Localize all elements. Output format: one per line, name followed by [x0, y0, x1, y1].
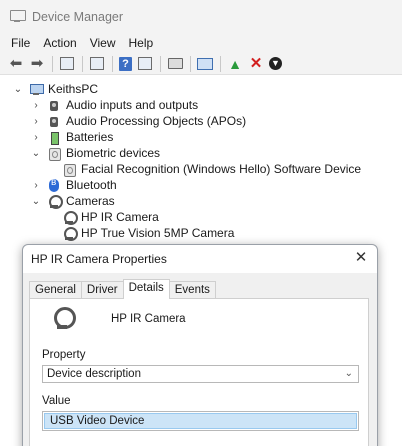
speaker-icon	[47, 115, 61, 128]
toolbar-separator	[112, 55, 113, 72]
tree-item-batteries[interactable]: › Batteries	[30, 129, 113, 145]
back-arrow-icon[interactable]: ⬅	[8, 55, 24, 72]
disable-device-icon[interactable]: ▼	[269, 57, 282, 70]
tree-item-hp-ir-camera[interactable]: HP IR Camera	[57, 209, 159, 225]
bluetooth-icon	[47, 177, 61, 192]
tab-details[interactable]: Details	[122, 279, 170, 299]
value-list-item[interactable]: USB Video Device	[44, 413, 357, 429]
biometric-icon	[62, 163, 76, 177]
menu-view[interactable]: View	[90, 36, 116, 50]
toolbar-separator	[52, 55, 53, 72]
camera-icon	[52, 307, 76, 331]
show-hide-console-tree-icon[interactable]	[59, 56, 75, 72]
tree-item-label: Audio inputs and outputs	[66, 98, 199, 112]
tree-root-label: KeithsPC	[48, 82, 99, 96]
property-label: Property	[42, 349, 86, 361]
device-manager-icon	[10, 10, 26, 23]
tree-item-audio-inputs[interactable]: › Audio inputs and outputs	[30, 97, 198, 113]
print-icon[interactable]	[167, 56, 183, 72]
toolbar-separator	[190, 55, 191, 72]
property-selected-value: Device description	[47, 368, 141, 380]
menu-action[interactable]: Action	[43, 36, 76, 50]
dialog-title: HP IR Camera Properties	[31, 252, 167, 266]
menu-bar: File Action View Help	[0, 33, 402, 53]
camera-icon	[47, 194, 63, 209]
properties-icon[interactable]	[89, 56, 105, 72]
property-dropdown[interactable]: Device description ⌄	[42, 365, 359, 383]
toolbar: ⬅ ➡ ? ▲ ✕ ▼	[0, 53, 402, 75]
chevron-down-icon[interactable]: ⌄	[345, 366, 353, 382]
camera-icon	[62, 210, 78, 225]
update-driver-icon[interactable]: ▲	[227, 56, 243, 72]
tree-item-label: HP True Vision 5MP Camera	[81, 226, 235, 240]
device-tree: ⌄ KeithsPC › Audio inputs and outputs › …	[0, 78, 402, 248]
chevron-right-icon[interactable]: ›	[30, 132, 42, 143]
toolbar-separator	[82, 55, 83, 72]
scan-hardware-icon[interactable]	[197, 56, 213, 72]
tree-item-label: Cameras	[66, 194, 115, 208]
dialog-tabs: General Driver Details Events	[29, 279, 216, 299]
close-icon[interactable]: ✕	[353, 250, 369, 266]
chevron-right-icon[interactable]: ›	[30, 116, 42, 127]
chevron-down-icon[interactable]: ⌄	[30, 148, 42, 159]
tree-item-label: Audio Processing Objects (APOs)	[66, 114, 247, 128]
uninstall-device-icon[interactable]: ✕	[248, 55, 264, 72]
biometric-icon	[47, 147, 61, 161]
tree-item-label: Bluetooth	[66, 178, 117, 192]
tree-item-biometric[interactable]: ⌄ Biometric devices	[30, 145, 160, 161]
title-bar: Device Manager	[0, 0, 402, 33]
window-title: Device Manager	[32, 9, 124, 24]
computer-icon	[29, 83, 44, 96]
details-panel: HP IR Camera Property Device description…	[29, 298, 369, 446]
tree-item-cameras[interactable]: ⌄ Cameras	[30, 193, 115, 209]
dialog-title-bar: HP IR Camera Properties	[23, 245, 377, 273]
tree-item-label: Batteries	[66, 130, 114, 144]
toolbar-separator	[220, 55, 221, 72]
tab-general[interactable]: General	[29, 281, 82, 299]
chevron-right-icon[interactable]: ›	[30, 100, 42, 111]
chevron-down-icon[interactable]: ⌄	[12, 84, 24, 95]
tree-item-facial-recognition[interactable]: Facial Recognition (Windows Hello) Softw…	[57, 161, 361, 177]
tab-events[interactable]: Events	[168, 281, 216, 299]
forward-arrow-icon[interactable]: ➡	[29, 55, 45, 72]
chevron-right-icon[interactable]: ›	[30, 180, 42, 191]
menu-help[interactable]: Help	[129, 36, 154, 50]
menu-file[interactable]: File	[11, 36, 30, 50]
value-label: Value	[42, 395, 71, 407]
device-name: HP IR Camera	[111, 313, 186, 325]
tree-item-label: HP IR Camera	[81, 210, 159, 224]
tab-driver[interactable]: Driver	[80, 281, 124, 299]
tree-item-label: Biometric devices	[66, 146, 161, 160]
toolbar-separator	[160, 55, 161, 72]
help-icon[interactable]: ?	[119, 56, 132, 71]
value-list[interactable]: USB Video Device	[42, 411, 359, 431]
action-pane-icon[interactable]	[137, 56, 153, 72]
tree-item-label: Facial Recognition (Windows Hello) Softw…	[81, 162, 362, 176]
speaker-icon	[47, 99, 61, 112]
battery-icon	[47, 131, 61, 145]
tree-item-hp-true-vision[interactable]: HP True Vision 5MP Camera	[57, 225, 234, 241]
chevron-down-icon[interactable]: ⌄	[30, 196, 42, 207]
tree-item-bluetooth[interactable]: › Bluetooth	[30, 177, 117, 193]
camera-icon	[62, 226, 78, 241]
tree-root[interactable]: ⌄ KeithsPC	[12, 81, 98, 97]
properties-dialog: HP IR Camera Properties ✕ General Driver…	[22, 244, 378, 446]
tree-item-apos[interactable]: › Audio Processing Objects (APOs)	[30, 113, 246, 129]
